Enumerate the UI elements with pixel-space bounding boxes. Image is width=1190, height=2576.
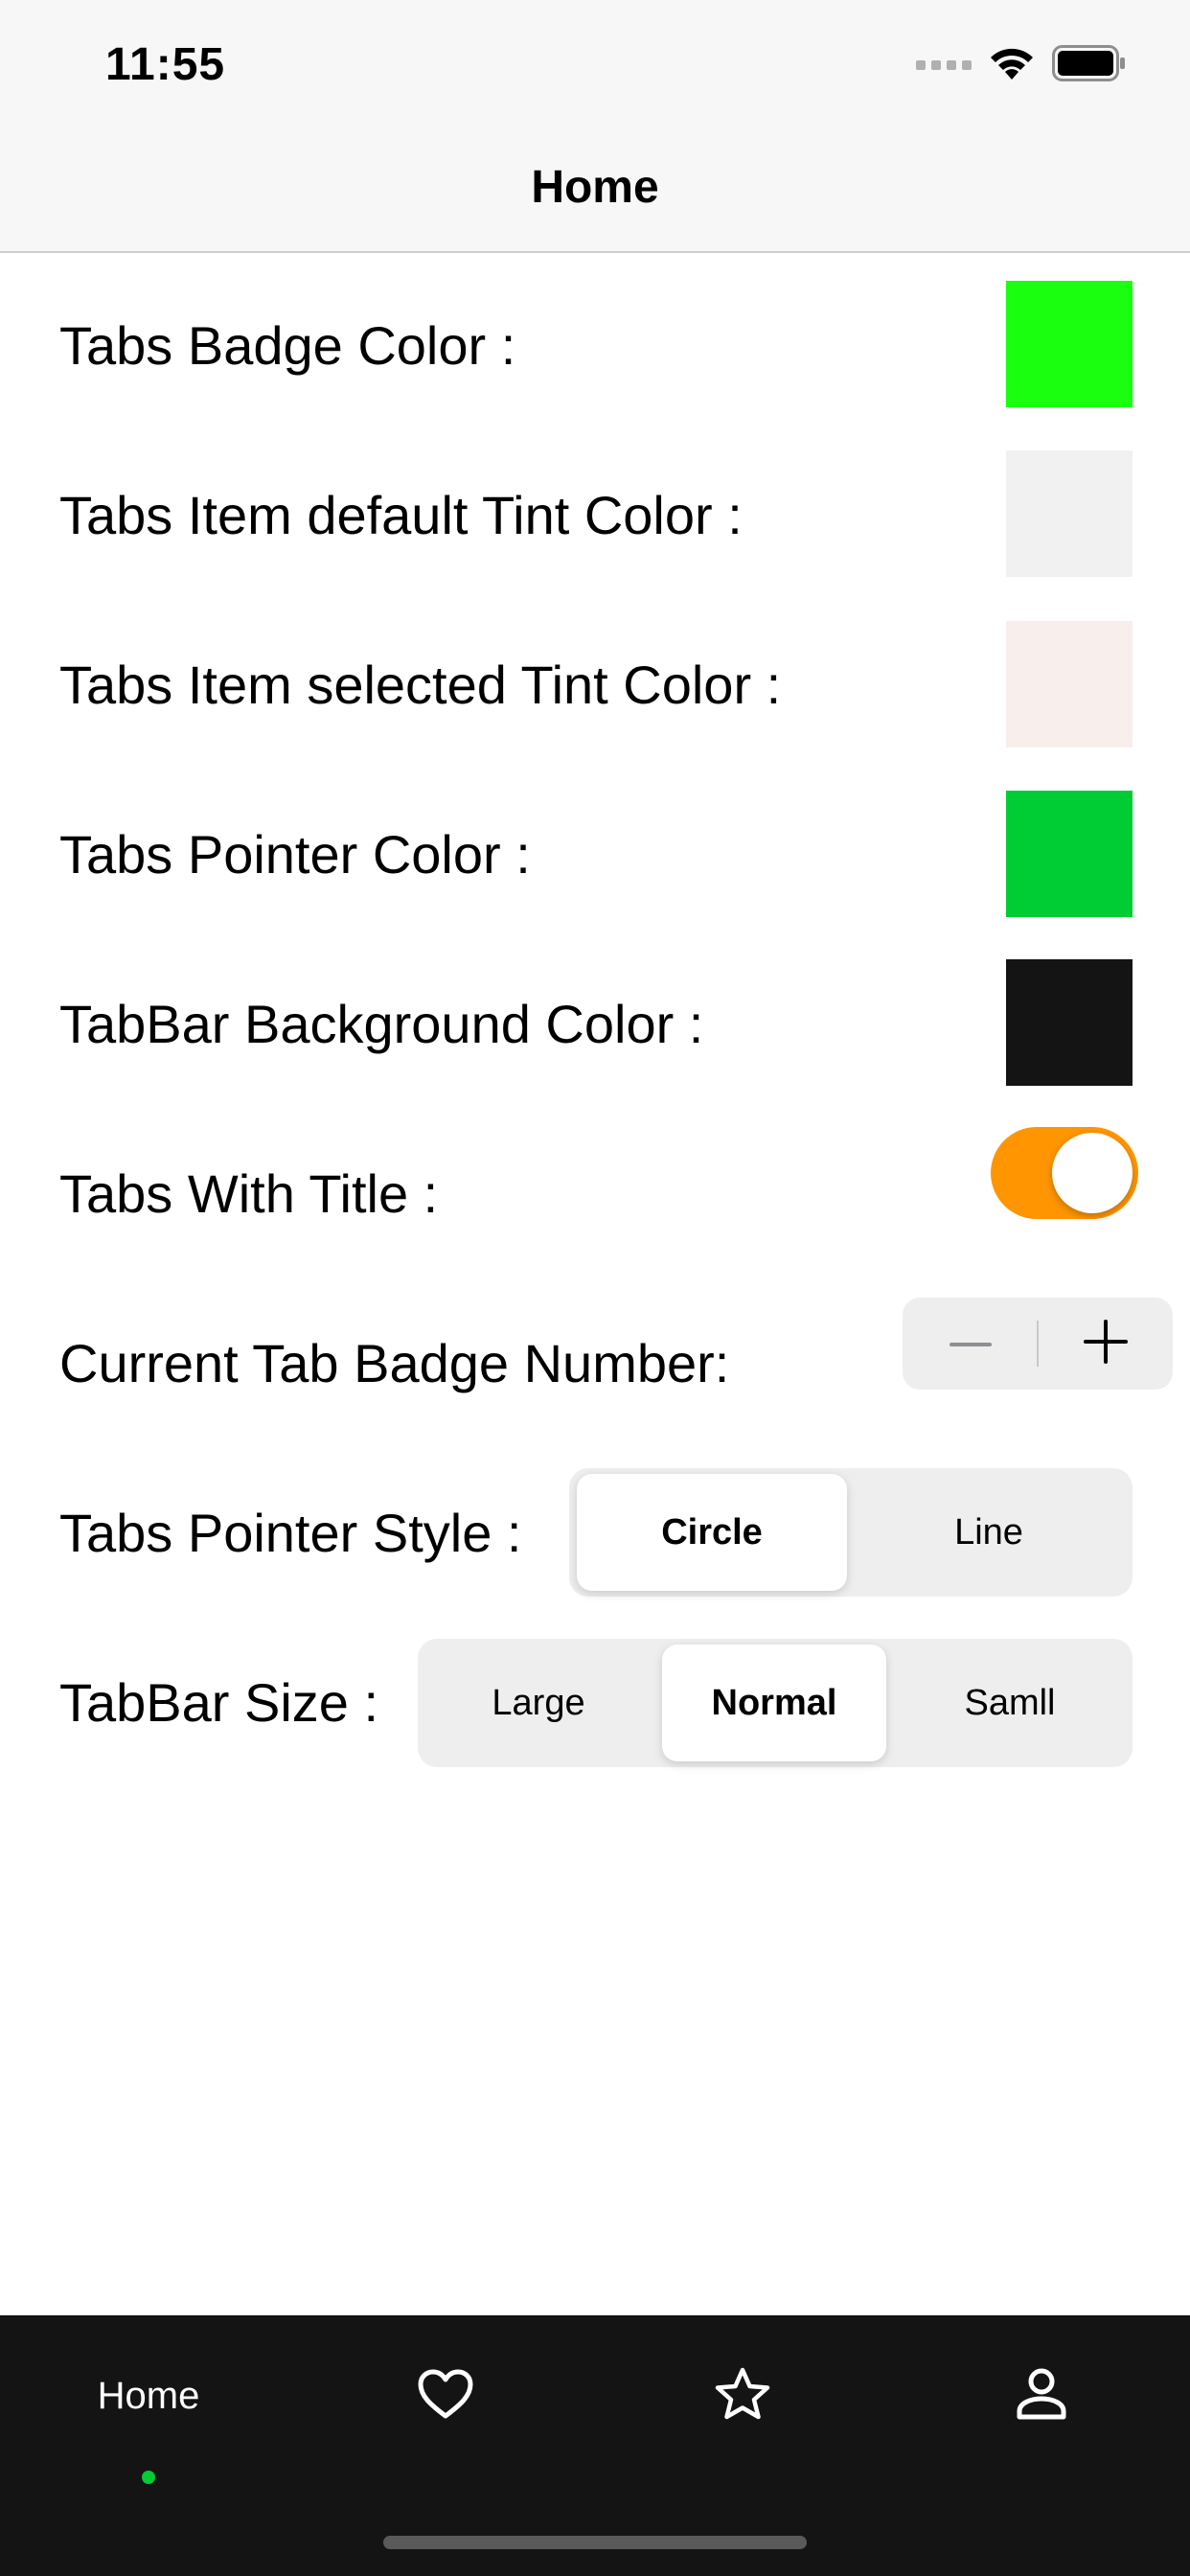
tabbar-size-segmented: Large Normal Samll	[418, 1639, 1133, 1767]
selected-tint-swatch[interactable]	[1006, 621, 1133, 748]
badge-number-label: Current Tab Badge Number:	[59, 1332, 730, 1393]
segment-small[interactable]: Samll	[893, 1644, 1127, 1761]
badge-color-swatch[interactable]	[1006, 281, 1133, 407]
tab-favorites[interactable]	[297, 2315, 594, 2476]
tab-pointer-dot	[142, 2471, 155, 2484]
plus-icon	[1083, 1319, 1128, 1368]
with-title-label: Tabs With Title :	[59, 1162, 439, 1224]
person-icon	[1015, 2367, 1068, 2426]
home-indicator	[383, 2536, 807, 2549]
battery-icon	[1052, 44, 1127, 86]
screen: 11:55 Home Tabs Badge Color: Tabs Item …	[0, 0, 1190, 2576]
increment-button[interactable]	[1038, 1298, 1173, 1390]
segment-circle[interactable]: Circle	[577, 1474, 847, 1591]
cellular-signal-icon	[916, 57, 972, 75]
with-title-toggle[interactable]	[991, 1127, 1138, 1219]
decrement-button[interactable]	[903, 1298, 1038, 1390]
default-tint-swatch[interactable]	[1006, 450, 1133, 577]
segment-normal[interactable]: Normal	[662, 1644, 886, 1761]
pointer-style-segmented: Circle Line	[569, 1468, 1133, 1597]
pointer-color-swatch[interactable]	[1006, 791, 1133, 917]
tab-home-label: Home	[97, 2374, 200, 2417]
tab-home[interactable]: Home	[0, 2315, 297, 2484]
pointer-style-label: Tabs Pointer Style :	[59, 1502, 522, 1563]
page-title: Home	[531, 162, 659, 213]
star-icon	[714, 2366, 771, 2426]
wifi-icon	[989, 45, 1035, 86]
status-bar: 11:55	[0, 0, 1190, 125]
tabbar-bg-swatch[interactable]	[1006, 959, 1133, 1086]
navigation-bar: Home	[0, 125, 1190, 253]
segment-line[interactable]: Line	[853, 1474, 1125, 1591]
pointer-color-label: Tabs Pointer Color :	[59, 823, 531, 885]
badge-number-stepper	[903, 1298, 1173, 1390]
tab-starred[interactable]	[594, 2315, 891, 2476]
selected-tint-label: Tabs Item selected Tint Color :	[59, 654, 782, 715]
tabbar-bg-label: TabBar Background Color :	[59, 993, 704, 1054]
segment-large[interactable]: Large	[423, 1644, 653, 1761]
badge-color-label: Tabs Badge Color :	[59, 314, 516, 376]
minus-icon	[949, 1335, 992, 1352]
status-time: 11:55	[105, 39, 226, 90]
status-icons	[916, 44, 1127, 86]
tab-profile[interactable]	[893, 2315, 1190, 2476]
heart-icon	[417, 2368, 474, 2425]
toggle-knob	[1052, 1133, 1133, 1213]
default-tint-label: Tabs Item default Tint Color :	[59, 484, 743, 545]
tabbar-size-label: TabBar Size :	[59, 1671, 379, 1733]
